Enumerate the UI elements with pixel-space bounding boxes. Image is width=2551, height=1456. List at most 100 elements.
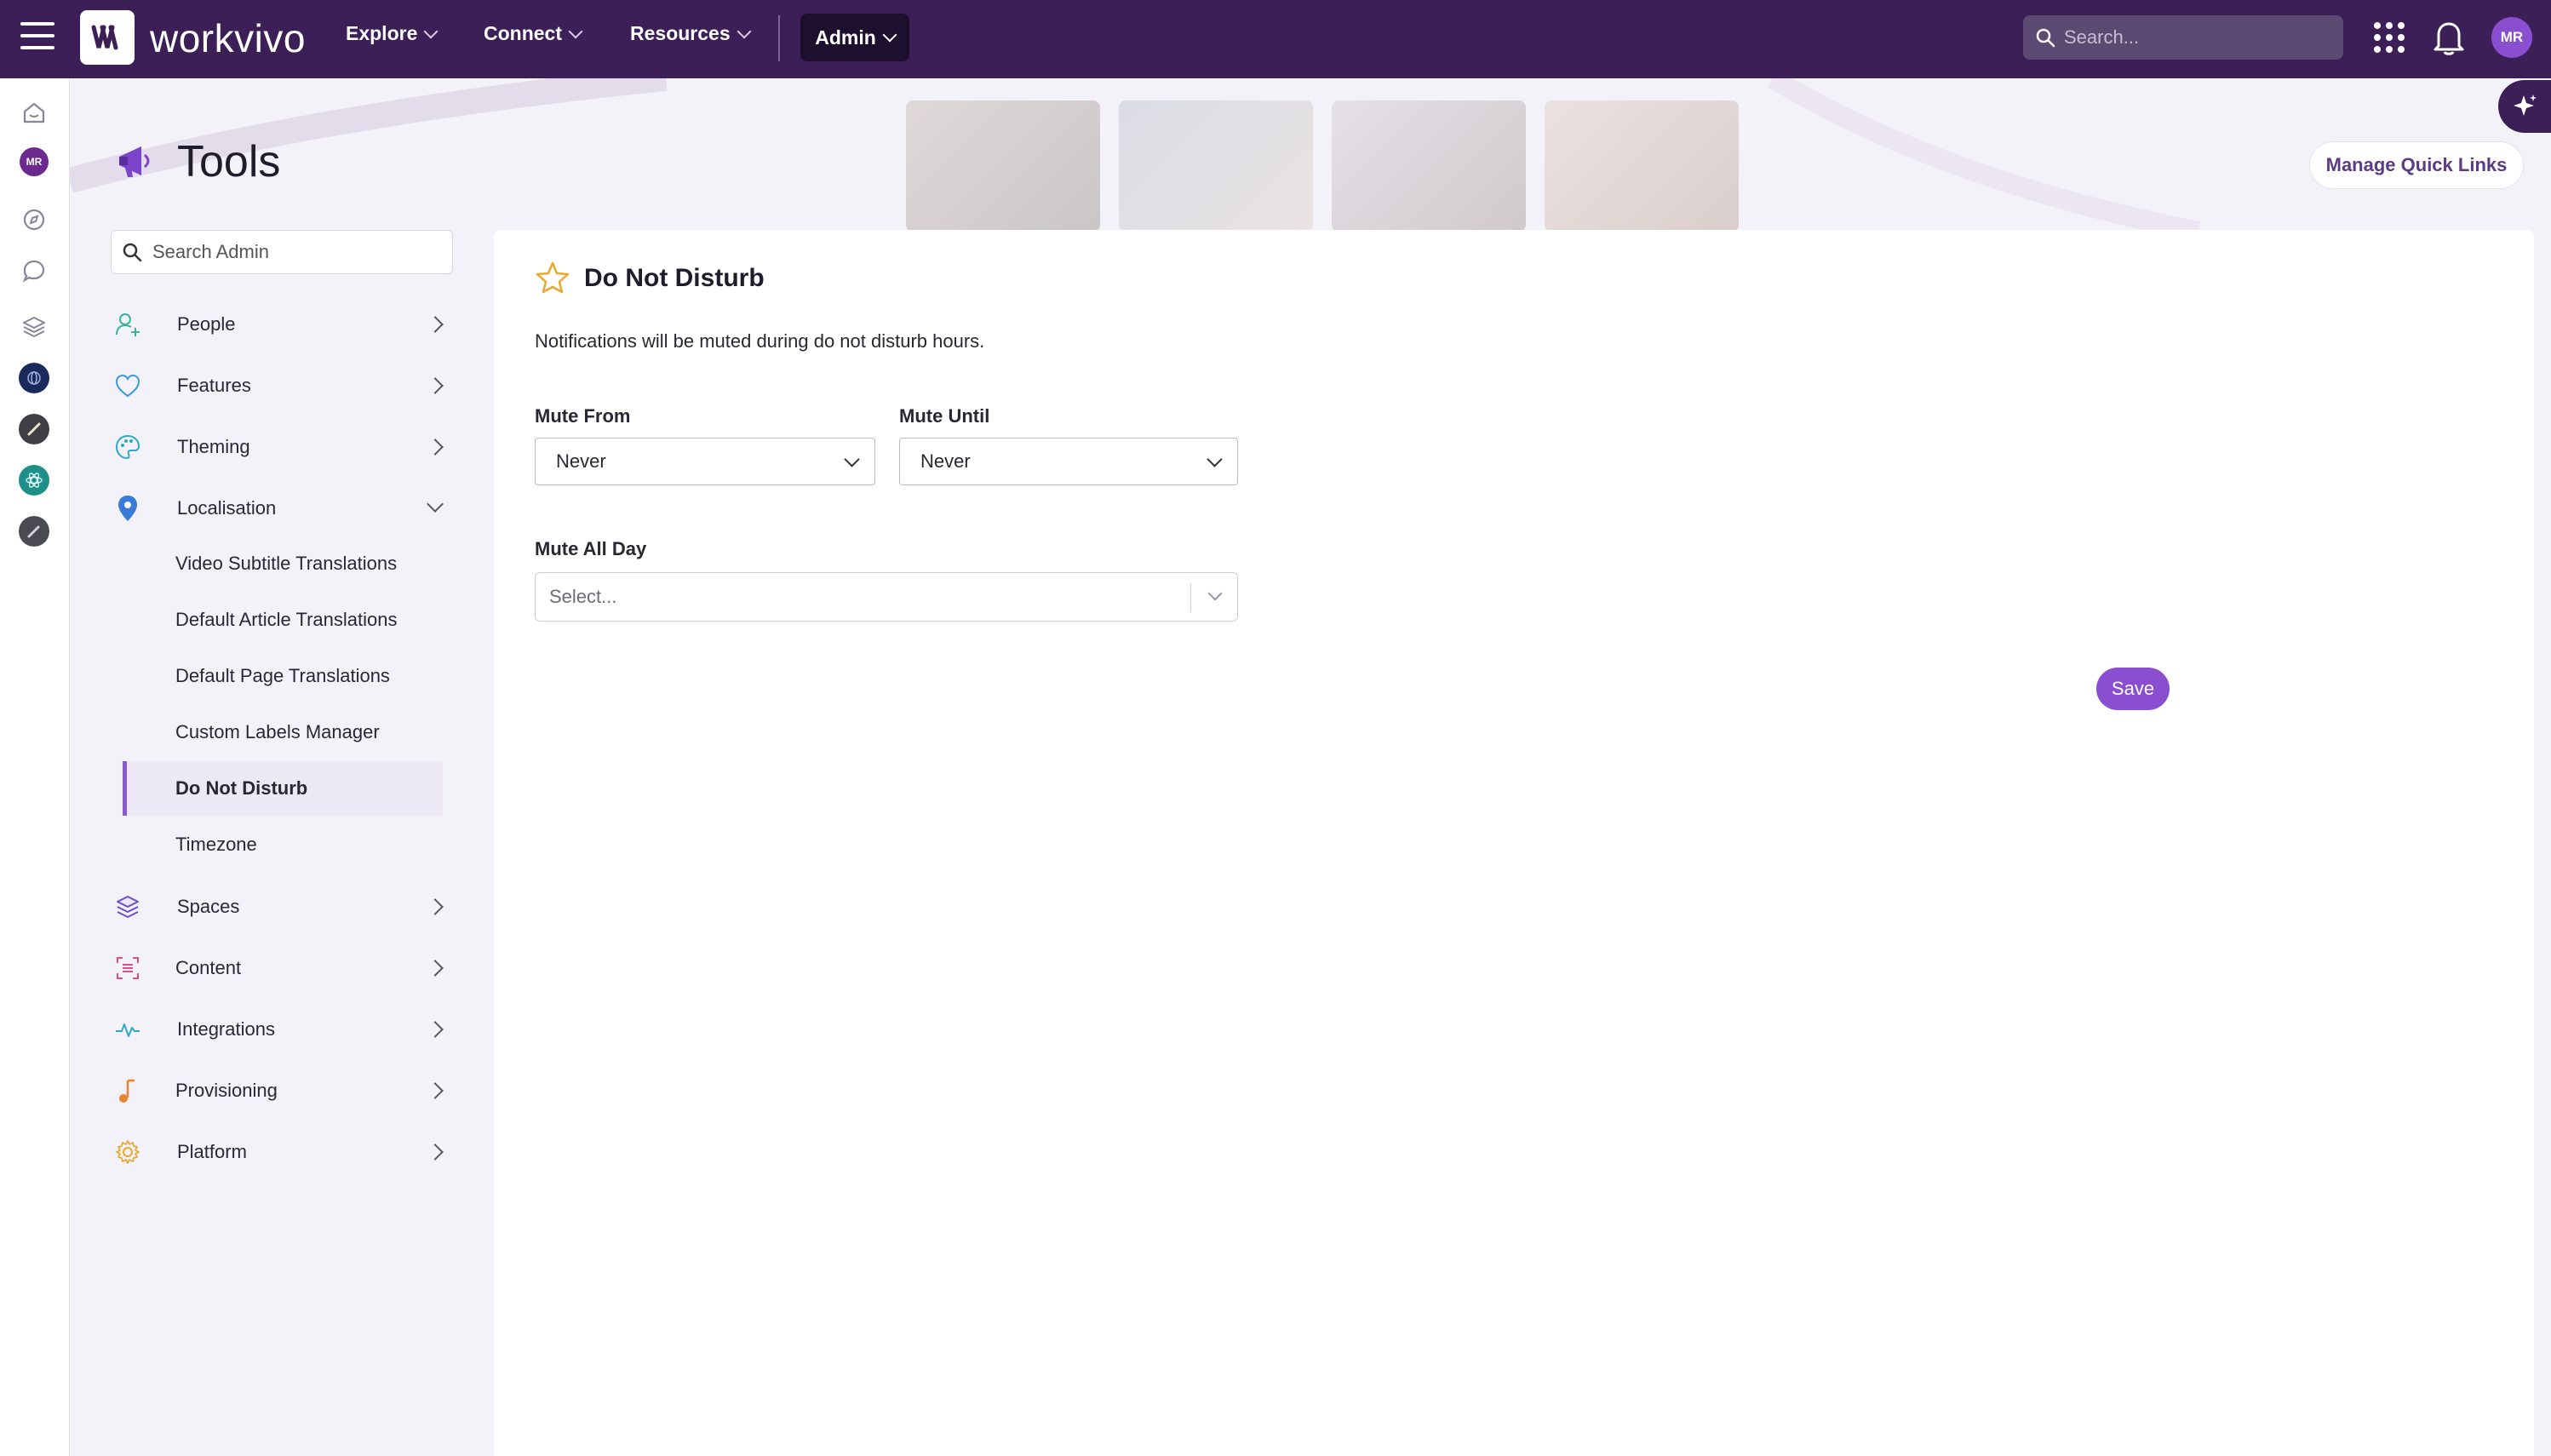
admin-menu-people[interactable]: People — [111, 301, 453, 348]
search-icon — [2036, 28, 2055, 48]
do-not-disturb-card: Do Not Disturb Notifications will be mut… — [494, 230, 2534, 1456]
admin-menu-label: Theming — [177, 436, 250, 457]
admin-button[interactable]: Admin — [800, 14, 909, 61]
chevron-down-icon — [844, 451, 860, 467]
submenu-custom-labels-manager[interactable]: Custom Labels Manager — [123, 705, 443, 760]
nav-connect[interactable]: Connect — [484, 22, 583, 45]
ai-sparkle-icon[interactable] — [2498, 80, 2551, 133]
admin-menu-provisioning[interactable]: Provisioning — [111, 1067, 453, 1115]
space-pen-icon[interactable] — [17, 514, 51, 548]
chevron-down-icon — [1207, 451, 1223, 467]
apps-grid-icon[interactable] — [2374, 22, 2405, 53]
hamburger-menu-icon[interactable] — [20, 22, 54, 53]
admin-menu-integrations[interactable]: Integrations — [111, 1006, 453, 1053]
global-search[interactable] — [2023, 15, 2343, 60]
chevron-right-icon — [427, 1082, 444, 1099]
page-title: Tools — [177, 137, 281, 186]
chevron-down-icon — [427, 496, 444, 513]
chevron-down-icon — [882, 27, 897, 43]
submenu-timezone[interactable]: Timezone — [123, 817, 443, 872]
mute-from-label: Mute From — [535, 405, 631, 427]
chat-icon[interactable] — [17, 254, 51, 288]
mute-until-label: Mute Until — [899, 405, 990, 427]
chevron-down-icon — [1207, 586, 1223, 601]
admin-menu-label: Localisation — [177, 497, 277, 519]
admin-search-input[interactable] — [152, 241, 442, 263]
palette-icon — [112, 432, 143, 462]
chevron-right-icon — [427, 377, 444, 394]
mute-from-select[interactable]: Never — [535, 438, 875, 485]
nav-divider — [778, 15, 780, 61]
left-icon-rail: MR — [0, 78, 70, 1456]
space-tool-icon[interactable] — [17, 412, 51, 446]
rail-avatar-initials: MR — [20, 147, 49, 176]
admin-menu-label: Features — [177, 375, 251, 396]
admin-search[interactable] — [111, 230, 453, 274]
submenu-do-not-disturb[interactable]: Do Not Disturb — [123, 761, 443, 816]
nav-explore-label: Explore — [346, 22, 418, 44]
nav-resources[interactable]: Resources — [630, 22, 752, 45]
gear-icon — [112, 1137, 143, 1167]
banner-photo-2 — [1119, 100, 1313, 232]
brand-name[interactable]: workvivo — [150, 15, 306, 61]
admin-menu-spaces[interactable]: Spaces — [111, 883, 453, 931]
space-atom-icon[interactable] — [17, 463, 51, 497]
mute-all-day-label: Mute All Day — [535, 538, 647, 559]
pulse-icon — [112, 1014, 143, 1045]
heart-icon — [112, 370, 143, 401]
mute-until-value: Never — [920, 450, 971, 472]
mute-until-select[interactable]: Never — [899, 438, 1238, 485]
banner-photo-1 — [906, 100, 1100, 232]
admin-menu-content[interactable]: Content — [111, 944, 453, 992]
admin-label: Admin — [815, 26, 876, 49]
admin-menu-label: Platform — [177, 1141, 247, 1162]
person-add-icon — [112, 309, 143, 340]
chevron-down-icon — [423, 24, 439, 38]
user-avatar[interactable]: MR — [2491, 17, 2532, 58]
layers-icon[interactable] — [17, 310, 51, 344]
nav-resources-label: Resources — [630, 22, 731, 44]
star-icon[interactable] — [535, 261, 570, 299]
compass-icon[interactable] — [17, 203, 51, 237]
manage-quick-links-button[interactable]: Manage Quick Links — [2309, 141, 2524, 189]
chevron-down-icon — [568, 24, 583, 38]
megaphone-icon — [116, 141, 158, 186]
admin-menu-features[interactable]: Features — [111, 362, 453, 410]
layers-icon — [112, 891, 143, 922]
save-button[interactable]: Save — [2096, 668, 2170, 710]
global-search-input[interactable] — [2064, 26, 2319, 49]
chevron-right-icon — [427, 898, 444, 915]
notifications-bell-icon[interactable] — [2432, 19, 2466, 56]
workvivo-logo-icon[interactable] — [80, 10, 135, 65]
admin-menu-label: Spaces — [177, 896, 240, 917]
admin-menu-platform[interactable]: Platform — [111, 1128, 453, 1176]
chevron-right-icon — [427, 1144, 444, 1161]
home-icon[interactable] — [17, 95, 51, 129]
header-banner — [70, 78, 2551, 232]
chevron-right-icon — [427, 1021, 444, 1038]
admin-menu-label: People — [177, 313, 236, 335]
mute-from-value: Never — [556, 450, 606, 472]
admin-menu-label: Integrations — [177, 1018, 275, 1040]
nav-explore[interactable]: Explore — [346, 22, 439, 45]
space-globe-icon[interactable] — [17, 361, 51, 395]
section-title: Do Not Disturb — [584, 264, 765, 292]
nav-connect-label: Connect — [484, 22, 562, 44]
admin-menu-localisation[interactable]: Localisation — [111, 484, 453, 532]
admin-menu-label: Provisioning — [175, 1080, 278, 1101]
submenu-default-article-translations[interactable]: Default Article Translations — [123, 593, 443, 647]
rail-avatar[interactable]: MR — [17, 145, 51, 179]
music-note-icon — [112, 1075, 143, 1106]
banner-photo-4 — [1545, 100, 1739, 232]
submenu-video-subtitle-translations[interactable]: Video Subtitle Translations — [123, 536, 443, 591]
admin-menu-theming[interactable]: Theming — [111, 423, 453, 471]
section-description: Notifications will be muted during do no… — [535, 330, 985, 352]
mute-all-day-select[interactable]: Select... — [535, 572, 1238, 622]
submenu-default-page-translations[interactable]: Default Page Translations — [123, 649, 443, 703]
mute-all-day-placeholder: Select... — [549, 586, 617, 607]
admin-menu-label: Content — [175, 957, 242, 978]
chevron-down-icon — [737, 24, 752, 38]
top-navigation-bar: workvivo Explore Connect Resources Admin… — [0, 0, 2551, 78]
select-separator — [1190, 583, 1191, 612]
chevron-right-icon — [427, 316, 444, 333]
